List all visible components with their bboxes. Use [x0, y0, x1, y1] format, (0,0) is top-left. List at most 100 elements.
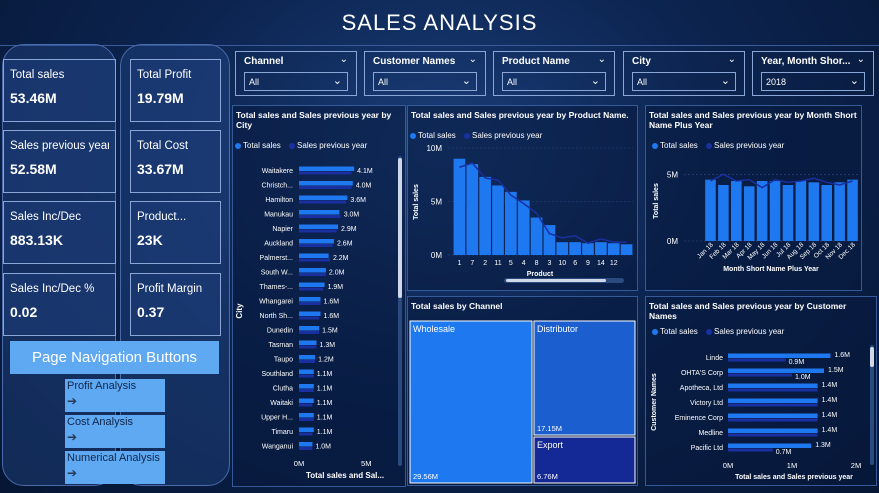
scrollbar-thumb — [506, 279, 606, 282]
city-bar-sales-previous-year — [299, 302, 321, 305]
city-bar-sales-previous-year — [299, 360, 316, 363]
product-chart[interactable]: 0M 5M 10M 1 7 2 11 5 4 8 3 10 6 9 14 12 Total sales Produ… — [408, 106, 639, 292]
product-x-tick-label: 6 — [573, 260, 577, 267]
product-bar-total-sales — [530, 217, 543, 255]
city-axis-title-y: City — [235, 303, 244, 319]
city-category-label: Southland — [261, 371, 293, 378]
product-bar-total-sales — [492, 185, 504, 255]
city-bar-sales-previous-year — [299, 258, 330, 262]
customer-data-label-total: 1.5M — [828, 367, 844, 374]
product-x-tick-label: 9 — [586, 260, 590, 267]
product-bar-total-sales — [479, 176, 491, 255]
kpi-card-sales-inc-dec-pct: Sales Inc/Dec % 0.02 — [3, 273, 116, 336]
month-bar-total-sales — [756, 181, 768, 241]
customer-bar-total-sales — [728, 383, 818, 388]
city-bar-total-sales — [299, 442, 313, 447]
scrollbar-thumb — [398, 158, 402, 298]
slicer-city[interactable]: City ⌄ All ⌄ — [623, 51, 745, 96]
slicer-customer-names[interactable]: Customer Names ⌄ All ⌄ — [364, 51, 486, 96]
city-data-label: 1.1M — [317, 415, 333, 422]
slicer-dropdown[interactable]: All ⌄ — [632, 72, 736, 91]
city-bar-total-sales — [299, 311, 321, 316]
kpi-value: 23K — [137, 232, 163, 248]
customer-chart[interactable]: Linde 1.6M 0.9M OHTA'S Corp 1.5M 1.0M Apotheca… — [646, 297, 878, 487]
slicer-dropdown[interactable]: All ⌄ — [502, 72, 606, 91]
slicer-dropdown[interactable]: 2018 ⌄ — [761, 72, 865, 91]
month-chart[interactable]: 0M5MJan 18Feb 18Mar 18Apr 18May 18Jun 18… — [646, 106, 863, 292]
city-bar-total-sales — [299, 224, 339, 229]
slicer-value: All — [507, 77, 518, 87]
city-category-label: Hamilton — [265, 197, 293, 204]
kpi-value: 33.67M — [137, 161, 184, 177]
month-bar-total-sales — [769, 181, 781, 241]
page-title: SALES ANALYSIS — [341, 9, 538, 35]
customer-bar-sales-previous-year — [728, 373, 792, 377]
city-bar-sales-previous-year — [299, 287, 324, 291]
city-category-label: Upper H... — [261, 415, 293, 422]
city-chart[interactable]: Waitakere 4.1M Christch... 4.0M Hamilton 3.6M… — [233, 106, 407, 488]
chevron-down-icon[interactable]: ⌄ — [728, 54, 736, 65]
cost-analysis-button[interactable]: Cost Analysis ➔ — [65, 415, 165, 448]
slicer-dropdown[interactable]: All ⌄ — [373, 72, 477, 91]
city-category-label: Thames-... — [260, 284, 294, 291]
customer-bar-sales-previous-year — [728, 388, 818, 392]
slicer-product-name[interactable]: Product Name ⌄ All ⌄ — [493, 51, 615, 96]
product-x-tick-label: 4 — [522, 260, 526, 267]
product-bar-total-sales — [517, 200, 530, 255]
product-x-tick-label: 3 — [547, 260, 551, 267]
city-category-label: Dunedin — [267, 328, 293, 335]
treemap-tile-wholesale — [409, 320, 533, 484]
customer-data-label-total: 1.4M — [822, 397, 838, 404]
numerical-analysis-button[interactable]: Numerical Analysis ➔ — [65, 451, 165, 484]
city-category-label: Waitakere — [262, 168, 293, 175]
nav-button-label: Cost Analysis — [67, 416, 134, 428]
kpi-value: 0.37 — [137, 304, 165, 320]
chevron-down-icon[interactable]: ⌄ — [340, 54, 348, 65]
slicer-dropdown[interactable]: All ⌄ — [244, 72, 348, 91]
month-bar-total-sales — [795, 181, 807, 241]
page-navigation-label: Page Navigation Buttons — [31, 349, 198, 366]
kpi-card-total-cost: Total Cost 33.67M — [130, 130, 221, 193]
month-axis-title-y: Total sales — [653, 183, 660, 219]
city-data-label: 1.1M — [317, 371, 333, 378]
city-category-label: Tasman — [268, 342, 293, 349]
customer-data-label-total: 1.6M — [834, 352, 850, 359]
chevron-down-icon[interactable]: ⌄ — [469, 54, 477, 65]
treemap-label: Distributor — [537, 324, 578, 334]
product-x-tick-label: 5 — [509, 260, 513, 267]
city-bar-total-sales — [299, 427, 314, 432]
city-bar-total-sales — [299, 384, 314, 389]
chevron-down-icon[interactable]: ⌄ — [857, 54, 865, 65]
city-axis-title-x: Total sales and Sal... — [306, 471, 384, 480]
treemap-value: 29.56M — [413, 472, 438, 481]
dropdown-caret-icon: ⌄ — [461, 75, 471, 87]
city-bar-sales-previous-year — [299, 244, 333, 247]
customer-bar-sales-previous-year — [728, 448, 773, 452]
product-x-tick-label: 14 — [597, 260, 605, 267]
kpi-value: 52.58M — [10, 161, 57, 177]
page-navigation-button[interactable]: Page Navigation Buttons — [10, 341, 219, 374]
product-bar-total-sales — [505, 191, 517, 255]
customer-category-label: Apotheca, Ltd — [680, 385, 723, 392]
city-data-label: 1.1M — [317, 386, 333, 393]
dropdown-caret-icon: ⌄ — [720, 75, 730, 87]
product-bar-total-sales — [543, 225, 556, 255]
profit-analysis-button[interactable]: Profit Analysis ➔ — [65, 379, 165, 412]
slicer-year-month[interactable]: Year, Month Shor... ⌄ 2018 ⌄ — [752, 51, 874, 96]
customer-data-label-prev: 0.7M — [776, 449, 792, 456]
city-data-label: 4.1M — [357, 168, 373, 175]
customer-axis-title-x: Total sales and Sales previous year — [735, 474, 853, 481]
chevron-down-icon[interactable]: ⌄ — [598, 54, 606, 65]
dropdown-caret-icon: ⌄ — [849, 75, 859, 87]
dropdown-caret-icon: ⌄ — [332, 75, 342, 87]
city-bar-total-sales — [299, 355, 316, 360]
treemap-label: Wholesale — [413, 324, 455, 334]
channel-treemap[interactable]: Wholesale 29.56M Distributor 17.15M Export 6.… — [408, 297, 639, 487]
customer-category-label: Medline — [698, 430, 723, 437]
dashboard-header: SALES ANALYSIS — [0, 0, 879, 46]
customer-x-tick-label: 0M — [723, 461, 733, 470]
slicer-channel[interactable]: Channel ⌄ All ⌄ — [235, 51, 357, 96]
kpi-label: Total sales — [10, 69, 65, 81]
slicer-value: All — [249, 77, 260, 87]
city-data-label: 4.0M — [356, 183, 372, 190]
